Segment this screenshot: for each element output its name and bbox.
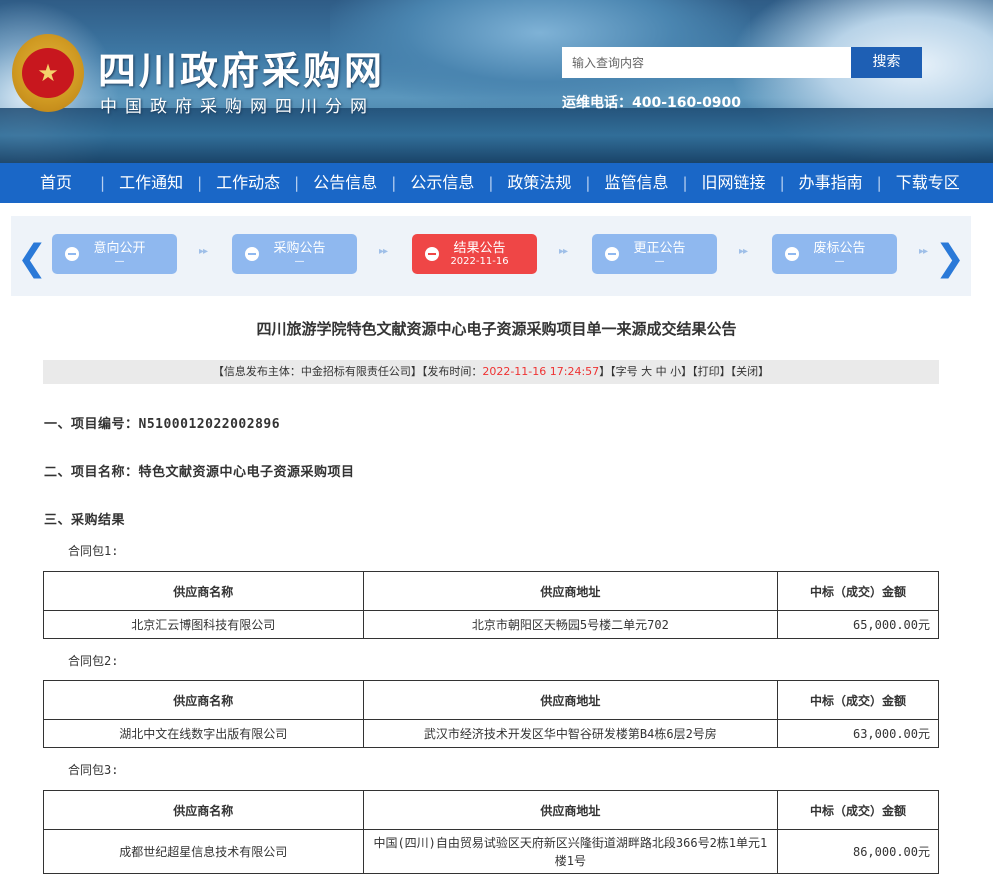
step-name: 采购公告	[273, 241, 326, 256]
supplier-address: 北京市朝阳区天畅园5号楼二单元702	[362, 610, 779, 639]
result-table: 供应商名称 供应商地址 中标（成交）金额 北京汇云博图科技有限公司 北京市朝阳区…	[43, 571, 939, 639]
award-amount: 65,000.00元	[777, 610, 939, 639]
step-connector-icon: ▸▸	[739, 246, 748, 257]
nav-item-work-news[interactable]: 工作动态	[202, 163, 294, 203]
section-project-name: 二、项目名称：特色文献资源中心电子资源采购项目	[44, 465, 355, 480]
next-arrow-icon[interactable]: ❯	[935, 238, 965, 279]
publish-time: 2022-11-16 17:24:57	[482, 365, 600, 378]
step-date: 2022-11-16	[450, 256, 509, 267]
award-amount: 63,000.00元	[777, 719, 939, 748]
header-supplier-name: 供应商名称	[43, 680, 364, 720]
header-banner: ★ 四川政府采购网 中国政府采购网四川分网 搜索 运维电话：400-160-09…	[0, 0, 993, 163]
step-cancel-notice[interactable]: 废标公告 —	[772, 234, 897, 274]
header-supplier-name: 供应商名称	[43, 790, 364, 830]
step-connector-icon: ▸▸	[919, 246, 928, 257]
nav-item-publicity[interactable]: 公示信息	[396, 163, 488, 203]
step-date: —	[654, 256, 665, 267]
header-award-amount: 中标（成交）金额	[777, 790, 939, 830]
nav-item-policies[interactable]: 政策法规	[493, 163, 585, 203]
site-title: 四川政府采购网	[98, 48, 386, 93]
step-intent-disclosure[interactable]: 意向公开 —	[52, 234, 177, 274]
step-name: 更正公告	[633, 241, 686, 256]
section-procurement-result: 三、采购结果	[44, 513, 126, 528]
prev-arrow-icon[interactable]: ❮	[17, 238, 47, 279]
supplier-name: 湖北中文在线数字出版有限公司	[43, 719, 364, 748]
table-header-row: 供应商名称 供应商地址 中标（成交）金额	[43, 790, 939, 830]
step-name: 废标公告	[813, 241, 866, 256]
main-nav: 首页 | 工作通知 | 工作动态 | 公告信息 | 公示信息 | 政策法规 | …	[0, 163, 993, 203]
table-row: 成都世纪超星信息技术有限公司 中国(四川)自由贸易试验区天府新区兴隆街道湖畔路北…	[43, 829, 939, 874]
package-label: 合同包2:	[68, 654, 119, 668]
table-header-row: 供应商名称 供应商地址 中标（成交）金额	[43, 571, 939, 611]
header-supplier-name: 供应商名称	[43, 571, 364, 611]
article-meta-bar: 【信息发布主体：中金招标有限责任公司】【发布时间：2022-11-16 17:2…	[43, 360, 939, 384]
national-emblem-icon: ★	[12, 34, 84, 112]
header-supplier-address: 供应商地址	[362, 790, 779, 830]
step-connector-icon: ▸▸	[379, 246, 388, 257]
table-row: 北京汇云博图科技有限公司 北京市朝阳区天畅园5号楼二单元702 65,000.0…	[43, 610, 939, 639]
step-correction-notice[interactable]: 更正公告 —	[592, 234, 717, 274]
header-supplier-address: 供应商地址	[362, 680, 779, 720]
search-button[interactable]: 搜索	[851, 47, 922, 78]
font-size-controls[interactable]: 】【字号 大 中 小】	[599, 365, 692, 378]
supplier-address: 武汉市经济技术开发区华中智谷研发楼第B4栋6层2号房	[362, 719, 779, 748]
step-date: —	[114, 256, 125, 267]
result-table: 供应商名称 供应商地址 中标（成交）金额 成都世纪超星信息技术有限公司 中国(四…	[43, 790, 939, 874]
emblem-star-icon: ★	[22, 48, 74, 98]
search-input[interactable]	[562, 47, 851, 78]
step-date: —	[834, 256, 845, 267]
step-name: 意向公开	[93, 241, 146, 256]
step-result-notice[interactable]: 结果公告 2022-11-16	[412, 234, 537, 274]
nav-item-guide[interactable]: 办事指南	[785, 163, 877, 203]
step-connector-icon: ▸▸	[199, 246, 208, 257]
nav-item-work-notices[interactable]: 工作通知	[105, 163, 197, 203]
header-supplier-address: 供应商地址	[362, 571, 779, 611]
supplier-name: 北京汇云博图科技有限公司	[43, 610, 364, 639]
nav-item-home[interactable]: 首页	[0, 163, 100, 203]
result-table: 供应商名称 供应商地址 中标（成交）金额 湖北中文在线数字出版有限公司 武汉市经…	[43, 680, 939, 748]
step-name: 结果公告	[453, 241, 506, 256]
print-link[interactable]: 【打印】	[692, 365, 731, 378]
step-procurement-notice[interactable]: 采购公告 —	[232, 234, 357, 274]
section-project-number: 一、项目编号：N5100012022002896	[44, 417, 281, 432]
nav-item-downloads[interactable]: 下载专区	[882, 163, 974, 203]
close-link[interactable]: 【关闭】	[731, 365, 770, 378]
nav-item-supervision[interactable]: 监管信息	[590, 163, 682, 203]
header-award-amount: 中标（成交）金额	[777, 680, 939, 720]
step-date: —	[294, 256, 305, 267]
nav-item-old-site[interactable]: 旧网链接	[688, 163, 780, 203]
article-title: 四川旅游学院特色文献资源中心电子资源采购项目单一来源成交结果公告	[256, 320, 737, 338]
site-subtitle: 中国政府采购网四川分网	[100, 97, 375, 117]
supplier-name: 成都世纪超星信息技术有限公司	[43, 829, 364, 874]
table-row: 湖北中文在线数字出版有限公司 武汉市经济技术开发区华中智谷研发楼第B4栋6层2号…	[43, 719, 939, 748]
package-label: 合同包3:	[68, 763, 119, 777]
nav-item-announcements[interactable]: 公告信息	[299, 163, 391, 203]
support-hotline: 运维电话：400-160-0900	[562, 95, 742, 111]
process-steps: ❮ 意向公开 — ▸▸ 采购公告 — ▸▸ 结果公告 2022-11-16 ▸▸…	[11, 216, 971, 296]
header-award-amount: 中标（成交）金额	[777, 571, 939, 611]
supplier-address: 中国(四川)自由贸易试验区天府新区兴隆街道湖畔路北段366号2栋1单元1楼1号	[362, 829, 779, 874]
table-header-row: 供应商名称 供应商地址 中标（成交）金额	[43, 680, 939, 720]
publisher-info: 【信息发布主体：中金招标有限责任公司】【发布时间：	[212, 365, 483, 378]
step-connector-icon: ▸▸	[559, 246, 568, 257]
package-label: 合同包1:	[68, 544, 119, 558]
award-amount: 86,000.00元	[777, 829, 939, 874]
